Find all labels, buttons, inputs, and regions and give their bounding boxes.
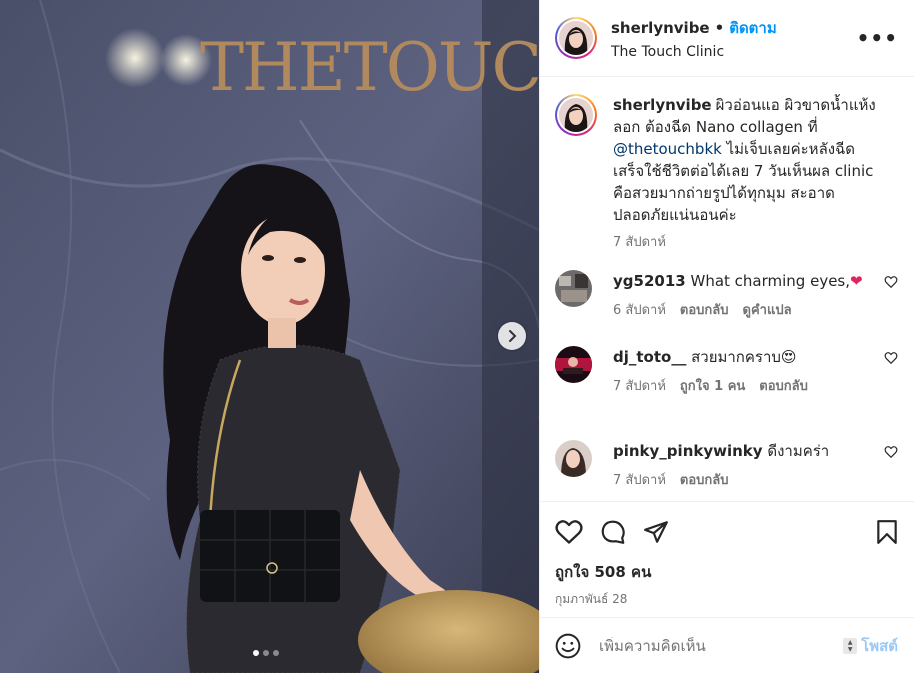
separator-dot: •: [714, 19, 725, 37]
instagram-post-view: THETOUCH: [0, 0, 914, 673]
heart-icon: [555, 520, 583, 544]
location-link[interactable]: The Touch Clinic: [611, 44, 857, 60]
comments-list: sherlynvibe ผิวอ่อนแอ ผิวขาดน้ำแห้งลอก ต้…: [540, 78, 914, 501]
commenter-username[interactable]: dj_toto__: [613, 348, 686, 366]
follow-button[interactable]: ติดตาม: [729, 16, 777, 40]
comment-time[interactable]: 7 สัปดาห์: [613, 376, 666, 398]
comment-text: สวยมากคราบ: [691, 348, 781, 366]
reply-button[interactable]: ตอบกลับ: [680, 470, 729, 492]
emoji-button[interactable]: [555, 633, 581, 659]
comment-icon: [601, 520, 625, 544]
heart-icon: [884, 276, 898, 289]
bookmark-icon: [877, 520, 897, 544]
caption-avatar[interactable]: [559, 98, 593, 132]
commenter-avatar[interactable]: [555, 346, 592, 383]
clinic-sign: THETOUCH: [200, 29, 539, 106]
commenter-username[interactable]: pinky_pinkywinky: [613, 442, 763, 460]
author-avatar[interactable]: [559, 21, 593, 55]
caption-time[interactable]: 7 สัปดาห์: [613, 232, 878, 254]
carousel-dot: [263, 650, 269, 656]
post-header: sherlynvibe • ติดตาม The Touch Clinic ••…: [540, 0, 914, 77]
carousel-dot: [253, 650, 259, 656]
comment-time[interactable]: 6 สัปดาห์: [613, 300, 666, 322]
heart-emoji: ❤: [850, 272, 863, 290]
share-button[interactable]: [643, 519, 669, 545]
comment-input[interactable]: [599, 636, 844, 655]
caption-username[interactable]: sherlynvibe: [613, 96, 712, 114]
translate-button[interactable]: ดูคำแปล: [743, 300, 792, 322]
heart-icon: [884, 352, 898, 365]
post-date[interactable]: กุมภาพันธ์ 28: [555, 590, 898, 609]
mention-link[interactable]: @thetouchbkk: [613, 140, 722, 158]
author-username[interactable]: sherlynvibe: [611, 19, 710, 37]
post-comment-button[interactable]: ▲ ▼ โพสต์: [843, 634, 898, 658]
post-actions: ถูกใจ 508 คน กุมภาพันธ์ 28: [540, 501, 914, 609]
heart-icon: [884, 446, 898, 459]
comment-like-button[interactable]: [884, 444, 898, 463]
add-comment-bar: ▲▼ โพสต์: [540, 617, 914, 673]
post-caption: sherlynvibe ผิวอ่อนแอ ผิวขาดน้ำแห้งลอก ต้…: [555, 94, 898, 254]
heart-eyes-emoji: 😍: [780, 348, 797, 366]
comment-item: yg52013 What charming eyes,❤ 6 สัปดาห์ ต…: [555, 270, 898, 322]
more-options-button[interactable]: •••: [857, 26, 898, 50]
post-photo: THETOUCH: [0, 0, 539, 673]
post-side-panel: sherlynvibe • ติดตาม The Touch Clinic ••…: [539, 0, 914, 673]
comment-text: What charming eyes,: [690, 272, 851, 290]
commenter-username[interactable]: yg52013: [613, 272, 686, 290]
comment-like-button[interactable]: [884, 274, 898, 293]
commenter-avatar[interactable]: [555, 270, 592, 307]
caption-text: sherlynvibe ผิวอ่อนแอ ผิวขาดน้ำแห้งลอก ต้…: [613, 94, 878, 226]
carousel-dot: [273, 650, 279, 656]
save-button[interactable]: [876, 519, 898, 545]
comment-item: pinky_pinkywinky ดีงามคร่า 7 สัปดาห์ ตอบ…: [555, 440, 898, 492]
comment-time[interactable]: 7 สัปดาห์: [613, 470, 666, 492]
sort-arrows-icon: ▲ ▼: [843, 637, 858, 654]
story-ring[interactable]: [555, 94, 597, 136]
commenter-avatar[interactable]: [555, 440, 592, 477]
carousel-indicators: [253, 650, 279, 656]
reply-button[interactable]: ตอบกลับ: [759, 376, 808, 398]
comment-button[interactable]: [600, 519, 626, 545]
next-slide-button[interactable]: [498, 322, 526, 350]
more-icon: •••: [856, 26, 898, 50]
likes-count[interactable]: ถูกใจ 508 คน: [555, 560, 898, 584]
post-label: โพสต์: [861, 636, 898, 655]
story-ring[interactable]: [555, 17, 597, 59]
comment-likes[interactable]: ถูกใจ 1 คน: [680, 376, 745, 398]
like-button[interactable]: [555, 519, 583, 545]
post-media[interactable]: THETOUCH: [0, 0, 539, 673]
comment-like-button[interactable]: [884, 350, 898, 369]
reply-button[interactable]: ตอบกลับ: [680, 300, 729, 322]
comment-item: dj_toto__ สวยมากคราบ😍 7 สัปดาห์ ถูกใจ 1 …: [555, 346, 898, 398]
emoji-icon: [555, 633, 581, 658]
chevron-right-icon: [509, 330, 517, 342]
share-icon: [644, 521, 668, 543]
comment-text: ดีงามคร่า: [767, 442, 830, 460]
